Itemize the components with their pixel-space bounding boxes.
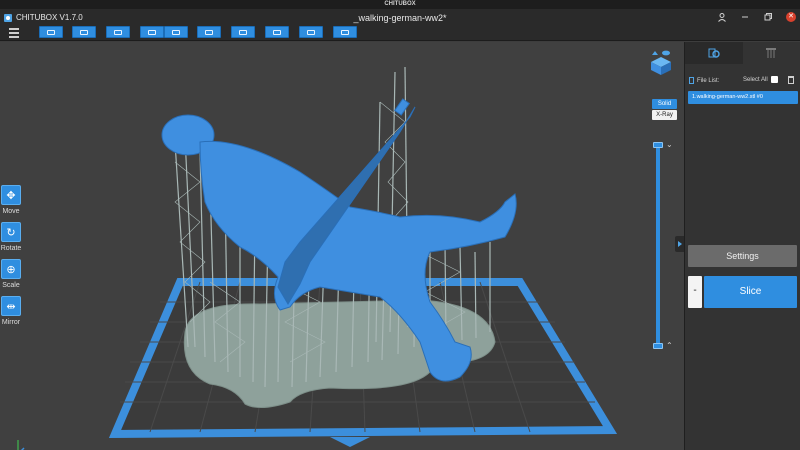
toolbar-group-camera: [197, 26, 221, 38]
user-icon[interactable]: [717, 12, 727, 22]
chitubox-logo-icon: [4, 13, 12, 22]
hamburger-menu-icon[interactable]: [9, 28, 19, 38]
panel-collapse-toggle[interactable]: [675, 236, 684, 252]
3d-viewport[interactable]: ✥ Move ↻ Rotate ⊕ Scale ⇹ Mirror: [0, 42, 684, 450]
file-list-header: File List: Select All: [689, 76, 799, 84]
slice-button[interactable]: Slice: [704, 276, 797, 308]
tool-rotate-label: Rotate: [0, 245, 22, 252]
xray-view-button[interactable]: X-Ray: [652, 110, 677, 120]
support-structure-icon: [766, 48, 777, 58]
minus-button[interactable]: -: [688, 276, 702, 308]
toolbar-group-delete: [106, 26, 130, 38]
chitubox-window: CHITUBOX CHITUBOX V1.7.0 _walking-german…: [0, 0, 800, 450]
toolbar-group-layout: [299, 26, 323, 38]
scene-render: [108, 66, 618, 447]
tool-mirror-label: Mirror: [1, 319, 21, 326]
trash-icon[interactable]: [788, 76, 794, 84]
chevron-down-icon[interactable]: ⌄: [666, 140, 673, 149]
select-all-label: Select All: [743, 77, 768, 83]
redo-icon[interactable]: [164, 26, 188, 38]
settings-button[interactable]: Settings: [688, 245, 797, 267]
tool-scale[interactable]: ⊕ Scale: [0, 259, 22, 289]
move-icon[interactable]: ✥: [1, 185, 21, 205]
mirror-icon[interactable]: ⇹: [1, 296, 21, 316]
tool-move[interactable]: ✥ Move: [0, 185, 22, 215]
camera-icon[interactable]: [197, 26, 221, 38]
right-panel: File List: Select All 1.walking-german-w…: [684, 42, 800, 450]
tool-scale-label: Scale: [2, 282, 20, 289]
tool-mirror[interactable]: ⇹ Mirror: [0, 296, 22, 326]
open-file-icon[interactable]: [39, 26, 63, 38]
close-icon[interactable]: ✕: [786, 12, 796, 22]
file-icon: [689, 77, 694, 84]
tab-supports[interactable]: [742, 42, 800, 64]
delete-icon[interactable]: [106, 26, 130, 38]
file-list-item[interactable]: 1.walking-german-ww2.stl #0: [688, 91, 798, 104]
brand-name: CHITUBOX V1.7.0: [16, 13, 83, 22]
hollow-icon[interactable]: [333, 26, 357, 38]
layout-icon[interactable]: [299, 26, 323, 38]
rotate-icon[interactable]: ↻: [1, 222, 21, 242]
minimize-icon[interactable]: [740, 12, 750, 22]
chevron-up-icon[interactable]: ⌃: [666, 341, 673, 350]
toolbar-group-fill: [265, 26, 289, 38]
layer-slider-top-handle[interactable]: [653, 142, 663, 148]
select-all-checkbox[interactable]: [771, 76, 778, 83]
toolbar-group-history: [140, 26, 188, 38]
layer-slider-track[interactable]: [656, 145, 660, 347]
file-title: _walking-german-ww2*: [353, 13, 447, 23]
support-icon[interactable]: [231, 26, 255, 38]
plate-front-marker: [330, 437, 370, 447]
restore-icon[interactable]: [763, 12, 773, 22]
top-bar: CHITUBOX V1.7.0 _walking-german-ww2* ✕: [0, 9, 800, 41]
tool-move-label: Move: [2, 208, 20, 215]
save-file-icon[interactable]: [72, 26, 96, 38]
scale-icon[interactable]: ⊕: [1, 259, 21, 279]
settings-gear-icon: [708, 48, 720, 58]
toolbar-group-save: [72, 26, 96, 38]
brand: CHITUBOX V1.7.0: [4, 13, 83, 22]
axis-gizmo-icon: [17, 440, 25, 450]
file-list-label: File List:: [697, 77, 720, 84]
tool-rotate[interactable]: ↻ Rotate: [0, 222, 22, 252]
solid-view-button[interactable]: Solid: [652, 99, 677, 109]
transform-tools: ✥ Move ↻ Rotate ⊕ Scale ⇹ Mirror: [0, 185, 22, 333]
tab-settings[interactable]: [685, 42, 743, 64]
panel-tabs: [685, 42, 800, 64]
toolbar-group-file: [39, 26, 63, 38]
toolbar-group-hollow: [333, 26, 357, 38]
layer-slider-bottom-handle[interactable]: [653, 343, 663, 349]
view-cube-icon[interactable]: [649, 49, 673, 75]
toolbar-group-support: [231, 26, 255, 38]
window-controls: ✕: [717, 12, 796, 22]
fill-icon[interactable]: [265, 26, 289, 38]
window-title: CHITUBOX: [0, 0, 800, 9]
undo-icon[interactable]: [140, 26, 164, 38]
